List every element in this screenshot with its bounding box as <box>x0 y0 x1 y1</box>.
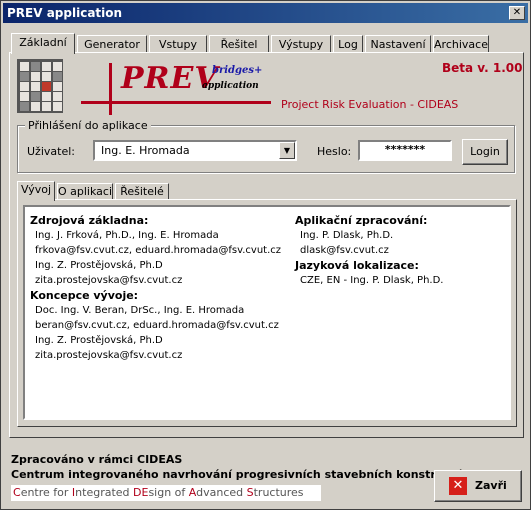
footer-english-name: Centre for Integrated DEsign of Advanced… <box>11 485 321 501</box>
tab-log[interactable]: Log <box>333 35 363 53</box>
user-select[interactable]: Ing. E. Hromada ▼ <box>93 140 297 161</box>
subtab-vyvoj[interactable]: Vývoj <box>17 181 55 201</box>
footer-line-2: Centrum integrovaného navrhování progres… <box>11 468 462 481</box>
logo-cell <box>31 62 40 71</box>
credits-line: Ing. Z. Prostějovská, Ph.D <box>35 335 163 346</box>
footer-english-part: tructures <box>253 486 304 499</box>
logo-cell <box>42 62 51 71</box>
tab-zakladni[interactable]: Základní <box>11 33 75 54</box>
credits-heading: Koncepce vývoje: <box>30 289 139 302</box>
credits-line: Doc. Ing. V. Beran, DrSc., Ing. E. Hroma… <box>35 305 245 316</box>
logo-cell <box>53 72 62 81</box>
logo-cell <box>53 62 62 71</box>
credits-heading: Aplikační zpracování: <box>295 214 428 227</box>
credits-left-column: Zdrojová základna: Ing. J. Frková, Ph.D.,… <box>30 213 281 363</box>
footer-line-1: Zpracováno v rámci CIDEAS <box>11 453 183 466</box>
login-button[interactable]: Login <box>462 139 508 165</box>
logo-cell <box>31 82 40 91</box>
title-bar: PREV application ✕ <box>3 3 528 23</box>
credits-line: beran@fsv.cvut.cz, eduard.hromada@fsv.cv… <box>35 320 279 331</box>
user-select-value: Ing. E. Hromada <box>101 144 190 157</box>
logo-divider-vertical <box>109 63 112 115</box>
brand-bridges: bridges+ <box>212 65 263 76</box>
chevron-down-icon[interactable]: ▼ <box>279 142 295 159</box>
close-button[interactable]: ✕ Zavři <box>434 470 522 502</box>
logo-cell <box>20 72 29 81</box>
tab-generator[interactable]: Generator <box>77 35 147 53</box>
tab-archivace[interactable]: Archivace <box>433 35 489 53</box>
subtab-o-aplikaci[interactable]: O aplikaci <box>57 183 113 200</box>
subtab-resitele[interactable]: Řešitelé <box>115 183 169 200</box>
logo-cell <box>31 102 40 111</box>
logo-cell <box>42 92 51 101</box>
credits-line: Ing. Z. Prostějovská, Ph.D <box>35 260 163 271</box>
logo-cell <box>53 82 62 91</box>
footer-english-part: ntegrated <box>75 486 134 499</box>
credits-panel: Zdrojová základna: Ing. J. Frková, Ph.D.,… <box>23 205 511 420</box>
credits-line: zita.prostejovska@fsv.cvut.cz <box>35 275 183 286</box>
logo-cell <box>20 82 29 91</box>
logo-cell <box>53 102 62 111</box>
window-close-button[interactable]: ✕ <box>509 6 525 20</box>
credits-line: Ing. P. Dlask, Ph.D. <box>300 230 394 241</box>
password-field[interactable]: ******* <box>358 140 452 161</box>
window-title: PREV application <box>7 6 123 20</box>
logo-cell <box>20 62 29 71</box>
logo-cell <box>31 92 40 101</box>
app-window: PREV application ✕ Základní Generator Vs… <box>0 0 531 510</box>
footer-english-part: entre for <box>20 486 72 499</box>
tab-vstupy[interactable]: Vstupy <box>149 35 207 53</box>
credits-line: frkova@fsv.cvut.cz, eduard.hromada@fsv.c… <box>35 245 282 256</box>
tab-vystupy[interactable]: Výstupy <box>271 35 331 53</box>
footer-english-part: sign of <box>148 486 189 499</box>
logo-grid-icon <box>17 59 63 113</box>
close-button-label: Zavři <box>475 479 507 492</box>
logo-cell <box>20 102 29 111</box>
credits-line: CZE, EN - Ing. P. Dlask, Ph.D. <box>300 275 444 286</box>
logo-cell <box>53 92 62 101</box>
logo-cell <box>20 92 29 101</box>
credits-line: zita.prostejovska@fsv.cvut.cz <box>35 350 183 361</box>
credits-heading: Zdrojová základna: <box>30 214 149 227</box>
credits-line: dlask@fsv.cvut.cz <box>300 245 389 256</box>
logo-cell <box>31 72 40 81</box>
credits-line: Ing. J. Frková, Ph.D., Ing. E. Hromada <box>35 230 219 241</box>
logo-cell <box>42 82 51 91</box>
password-label: Heslo: <box>317 145 352 158</box>
tab-resitel[interactable]: Řešitel <box>209 35 269 53</box>
version-label: Beta v. 1.00 <box>442 61 523 75</box>
user-label: Uživatel: <box>27 145 75 158</box>
brand-subtitle: Project Risk Evaluation - CIDEAS <box>281 98 459 111</box>
footer-english-part: C <box>13 486 21 499</box>
credits-right-column: Aplikační zpracování: Ing. P. Dlask, Ph.D… <box>295 213 444 288</box>
footer-english-part: S <box>246 486 254 499</box>
close-icon: ✕ <box>449 477 467 495</box>
credits-heading: Jazyková lokalizace: <box>295 259 419 272</box>
login-legend: Přihlášení do aplikace <box>25 119 151 132</box>
footer-english-part: dvanced <box>196 486 247 499</box>
brand-application: application <box>202 81 259 91</box>
logo-cell <box>42 102 51 111</box>
logo-cell <box>42 72 51 81</box>
tab-nastaveni[interactable]: Nastavení <box>365 35 431 53</box>
footer-english-part: DE <box>133 486 149 499</box>
